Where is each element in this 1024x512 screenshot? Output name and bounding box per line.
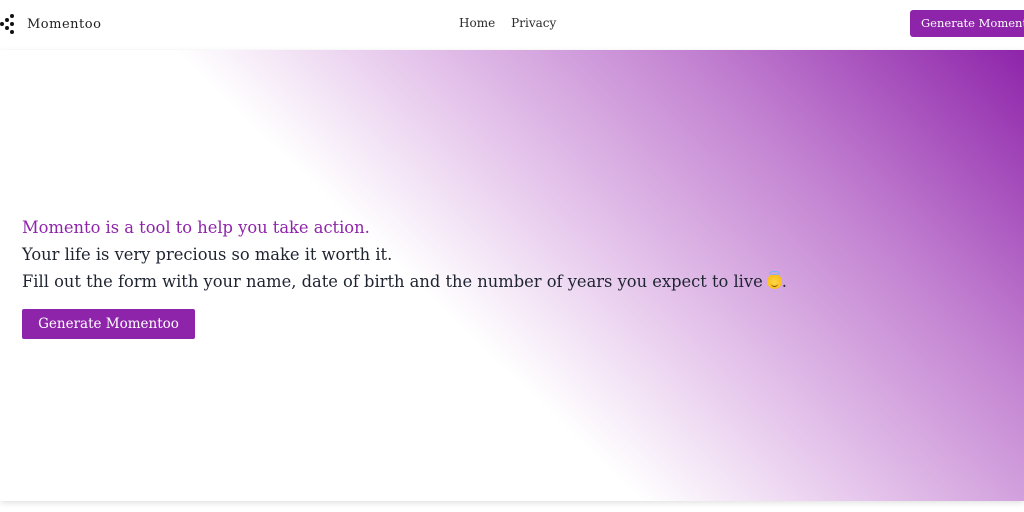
generate-momentoo-nav-button[interactable]: Generate Momentoo <box>910 10 1024 37</box>
smiling-face-with-halo-icon <box>766 271 782 289</box>
nav-links: Home Privacy <box>459 16 556 30</box>
hero-section: Momento is a tool to help you take actio… <box>0 50 1024 501</box>
generate-momentoo-button[interactable]: Generate Momentoo <box>22 309 195 339</box>
hero-text: Momento is a tool to help you take actio… <box>22 214 787 295</box>
hero-line-3: Fill out the form with your name, date o… <box>22 268 787 295</box>
hero-line-3-text: Fill out the form with your name, date o… <box>22 272 763 291</box>
hero-line-3-end: . <box>781 272 787 291</box>
navbar: Momentoo Home Privacy Generate Momentoo <box>0 0 1024 50</box>
brand-name: Momentoo <box>27 16 102 32</box>
logo-dots-icon <box>0 14 20 34</box>
hero-line-2: Your life is very precious so make it wo… <box>22 245 393 264</box>
brand[interactable]: Momentoo <box>0 12 101 36</box>
nav-link-privacy[interactable]: Privacy <box>511 16 556 30</box>
nav-link-home[interactable]: Home <box>459 16 495 30</box>
hero-tagline: Momento is a tool to help you take actio… <box>22 218 370 237</box>
